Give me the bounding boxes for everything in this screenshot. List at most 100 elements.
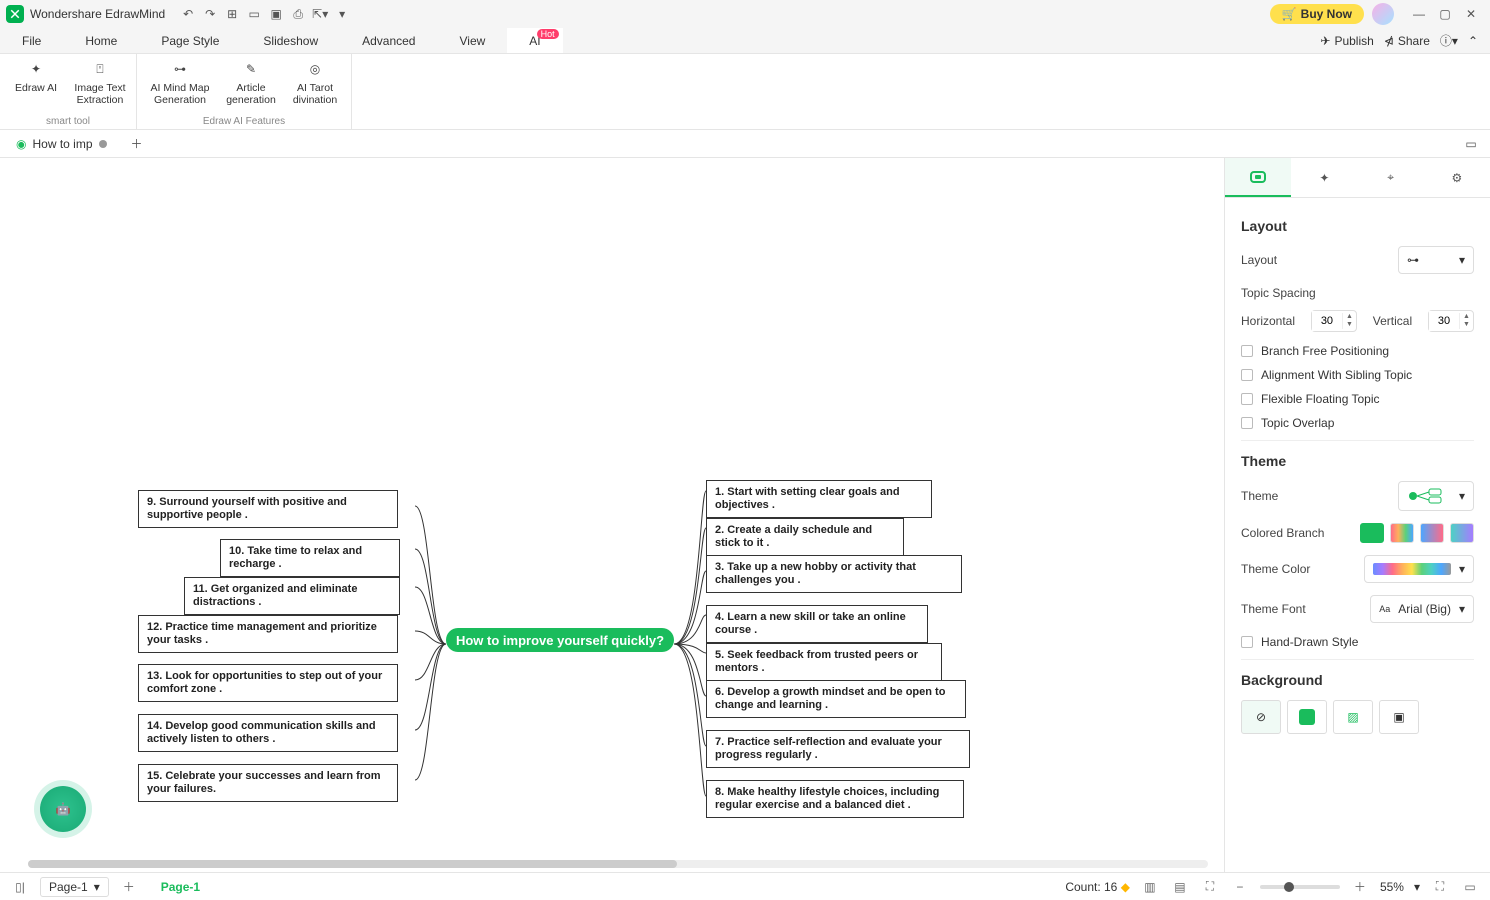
minimize-icon[interactable]: —: [1406, 3, 1432, 25]
close-icon[interactable]: ✕: [1458, 3, 1484, 25]
section-background-title: Background: [1241, 672, 1474, 688]
node-left-15[interactable]: 15. Celebrate your successes and learn f…: [138, 764, 398, 802]
canvas[interactable]: How to improve yourself quickly? 1. Star…: [0, 158, 1224, 872]
up-arrow-icon[interactable]: ▲: [1343, 313, 1356, 321]
fit-icon[interactable]: ⛶: [1200, 877, 1220, 897]
menu-ai[interactable]: AI Hot: [507, 28, 562, 53]
theme-select[interactable]: ▾: [1398, 481, 1474, 511]
node-right-1[interactable]: 1. Start with setting clear goals and ob…: [706, 480, 932, 518]
tool-edraw-ai[interactable]: ✦ Edraw AI: [8, 58, 64, 106]
more-icon[interactable]: ▾: [331, 3, 353, 25]
node-right-3[interactable]: 3. Take up a new hobby or activity that …: [706, 555, 962, 593]
new-icon[interactable]: ⊞: [221, 3, 243, 25]
down-arrow-icon[interactable]: ▼: [1460, 321, 1473, 329]
document-tabstrip: ◉ How to imp ＋ ▭: [0, 130, 1490, 158]
swatch-2[interactable]: [1390, 523, 1414, 543]
sp-tab-style[interactable]: ✦: [1291, 158, 1357, 197]
redo-icon[interactable]: ↷: [199, 3, 221, 25]
print-icon[interactable]: ⎙: [287, 3, 309, 25]
menu-advanced[interactable]: Advanced: [340, 28, 437, 53]
document-tab[interactable]: ◉ How to imp: [8, 137, 115, 151]
titlebar: Wondershare EdrawMind ↶ ↷ ⊞ ▭ ▣ ⎙ ⇱▾ ▾ 🛒…: [0, 0, 1490, 28]
vertical-input[interactable]: [1429, 311, 1459, 331]
node-left-12[interactable]: 12. Practice time management and priorit…: [138, 615, 398, 653]
ribbon-group-label: Edraw AI Features: [203, 116, 285, 127]
save-icon[interactable]: ▣: [265, 3, 287, 25]
check-handdrawn[interactable]: Hand-Drawn Style: [1241, 635, 1474, 649]
chevron-down-icon[interactable]: ▾: [1414, 880, 1420, 894]
panel-toggle-icon[interactable]: ▭: [1460, 133, 1482, 155]
add-page-button[interactable]: ＋: [119, 877, 139, 897]
statusbar: ▯| Page-1 ▾ ＋ Page-1 Count: 16 ◆ ▥ ▤ ⛶ −…: [0, 872, 1490, 900]
bg-none[interactable]: ⊘: [1241, 700, 1281, 734]
view-mode-1-icon[interactable]: ▥: [1140, 877, 1160, 897]
menu-home[interactable]: Home: [63, 28, 139, 53]
horizontal-stepper[interactable]: ▲▼: [1311, 310, 1357, 332]
node-right-6[interactable]: 6. Develop a growth mindset and be open …: [706, 680, 966, 718]
section-theme-title: Theme: [1241, 453, 1474, 469]
present-icon[interactable]: ▭: [1460, 877, 1480, 897]
menu-slideshow[interactable]: Slideshow: [241, 28, 340, 53]
ai-chat-fab[interactable]: 🤖: [40, 786, 86, 832]
check-branch-free[interactable]: Branch Free Positioning: [1241, 344, 1474, 358]
sp-tab-layout[interactable]: [1225, 158, 1291, 197]
outline-toggle-icon[interactable]: ▯|: [10, 877, 30, 897]
node-left-9[interactable]: 9. Surround yourself with positive and s…: [138, 490, 398, 528]
theme-color-select[interactable]: ▾: [1364, 555, 1474, 583]
menu-file[interactable]: File: [0, 28, 63, 53]
collapse-ribbon-icon[interactable]: ⌃: [1468, 34, 1478, 48]
help-button[interactable]: ⓘ▾: [1440, 32, 1458, 49]
node-left-10[interactable]: 10. Take time to relax and recharge .: [220, 539, 400, 577]
up-arrow-icon[interactable]: ▲: [1460, 313, 1473, 321]
node-left-11[interactable]: 11. Get organized and eliminate distract…: [184, 577, 400, 615]
swatch-1[interactable]: [1360, 523, 1384, 543]
tool-tarot[interactable]: ◎ AI Tarot divination: [287, 58, 343, 106]
open-icon[interactable]: ▭: [243, 3, 265, 25]
zoom-out-icon[interactable]: −: [1230, 877, 1250, 897]
sp-tab-map[interactable]: ⌖: [1358, 158, 1424, 197]
node-right-2[interactable]: 2. Create a daily schedule and stick to …: [706, 518, 904, 556]
tool-article[interactable]: ✎ Article generation: [223, 58, 279, 106]
swatch-4[interactable]: [1450, 523, 1474, 543]
check-overlap[interactable]: Topic Overlap: [1241, 416, 1474, 430]
theme-font-select[interactable]: Aa Arial (Big) ▾: [1370, 595, 1474, 623]
bg-color[interactable]: [1287, 700, 1327, 734]
node-right-4[interactable]: 4. Learn a new skill or take an online c…: [706, 605, 928, 643]
down-arrow-icon[interactable]: ▼: [1343, 321, 1356, 329]
zoom-slider[interactable]: [1260, 885, 1340, 889]
avatar[interactable]: [1372, 3, 1394, 25]
node-left-13[interactable]: 13. Look for opportunities to step out o…: [138, 664, 398, 702]
swatch-3[interactable]: [1420, 523, 1444, 543]
maximize-icon[interactable]: ▢: [1432, 3, 1458, 25]
sp-tab-settings[interactable]: ⚙: [1424, 158, 1490, 197]
publish-button[interactable]: ✈ Publish: [1320, 34, 1373, 48]
buy-now-button[interactable]: 🛒 Buy Now: [1270, 4, 1364, 24]
bg-image[interactable]: ▣: [1379, 700, 1419, 734]
add-tab-button[interactable]: ＋: [127, 134, 147, 154]
tool-image-text[interactable]: ⍞ Image Text Extraction: [72, 58, 128, 106]
share-button[interactable]: ⋪ Share: [1384, 34, 1430, 48]
menu-page-style[interactable]: Page Style: [139, 28, 241, 53]
node-right-5[interactable]: 5. Seek feedback from trusted peers or m…: [706, 643, 942, 681]
tool-ai-mindmap[interactable]: ⊶ AI Mind Map Generation: [145, 58, 215, 106]
menu-view[interactable]: View: [437, 28, 507, 53]
undo-icon[interactable]: ↶: [177, 3, 199, 25]
vertical-stepper[interactable]: ▲▼: [1428, 310, 1474, 332]
node-right-7[interactable]: 7. Practice self-reflection and evaluate…: [706, 730, 970, 768]
page-tab-active[interactable]: Page-1: [161, 880, 200, 894]
zoom-in-icon[interactable]: ＋: [1350, 877, 1370, 897]
central-node[interactable]: How to improve yourself quickly?: [446, 628, 674, 652]
layout-select[interactable]: ⊶ ▾: [1398, 246, 1474, 274]
export-icon[interactable]: ⇱▾: [309, 3, 331, 25]
fullscreen-icon[interactable]: ⛶: [1430, 877, 1450, 897]
bg-pattern[interactable]: ▨: [1333, 700, 1373, 734]
view-mode-2-icon[interactable]: ▤: [1170, 877, 1190, 897]
scrollbar-horizontal[interactable]: [28, 860, 1208, 868]
node-right-8[interactable]: 8. Make healthy lifestyle choices, inclu…: [706, 780, 964, 818]
page-select[interactable]: Page-1 ▾: [40, 877, 109, 897]
theme-label: Theme: [1241, 489, 1278, 503]
node-left-14[interactable]: 14. Develop good communication skills an…: [138, 714, 398, 752]
horizontal-input[interactable]: [1312, 311, 1342, 331]
check-flex-float[interactable]: Flexible Floating Topic: [1241, 392, 1474, 406]
check-align-sibling[interactable]: Alignment With Sibling Topic: [1241, 368, 1474, 382]
